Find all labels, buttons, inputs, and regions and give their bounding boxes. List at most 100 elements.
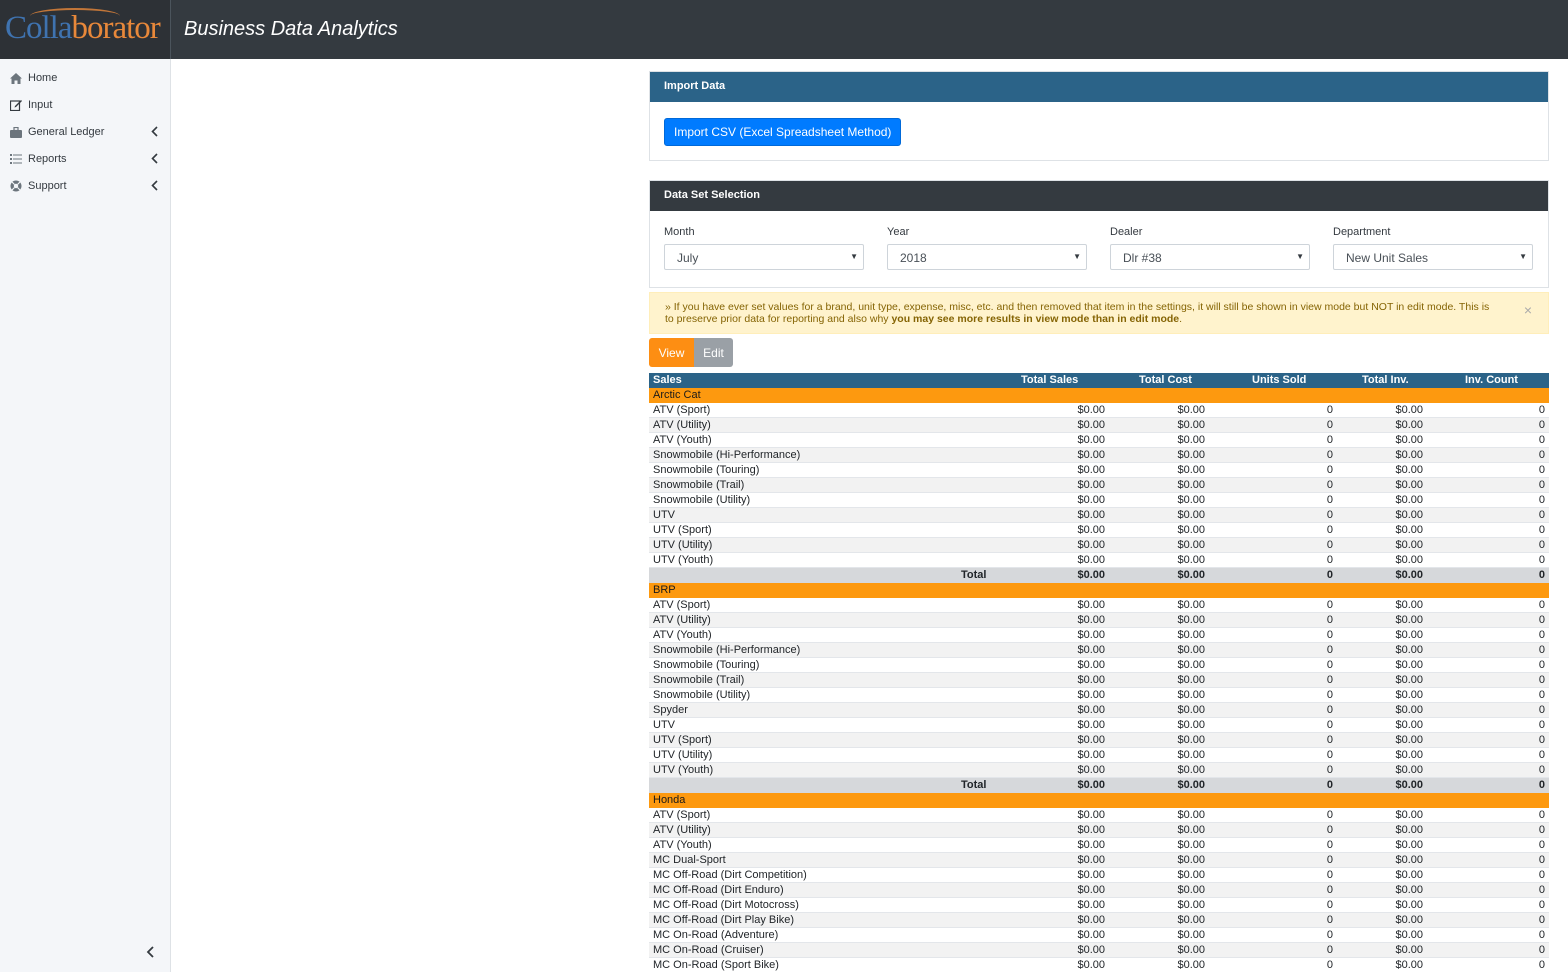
- sidebar-item-label: Home: [28, 72, 58, 84]
- cell-total-cost: $0.00: [1177, 824, 1205, 836]
- cell-units-sold: 0: [1326, 944, 1333, 956]
- cell-unit-type: ATV (Utility): [653, 824, 711, 836]
- close-icon[interactable]: ×: [1524, 303, 1532, 317]
- cell-total-cost: $0.00: [1177, 749, 1205, 761]
- cell-inv-count: 0: [1538, 944, 1545, 956]
- cell-units-sold: 0: [1326, 494, 1333, 506]
- app-logo[interactable]: Collaborator: [5, 10, 161, 47]
- cell-inv-count: 0: [1538, 614, 1545, 626]
- month-select-value: July: [677, 251, 699, 265]
- cell-unit-type: ATV (Sport): [653, 404, 711, 416]
- cell-unit-type: UTV (Youth): [653, 764, 714, 776]
- total-row: Total $0.00 $0.00 0 $0.00 0: [649, 778, 1549, 793]
- cell-total-cost: $0.00: [1177, 599, 1205, 611]
- cell-inv-count: 0: [1538, 854, 1545, 866]
- cell-units-sold: 0: [1326, 629, 1333, 641]
- logo-text-part2: borator: [71, 10, 161, 46]
- column-header-sales[interactable]: Sales: [653, 373, 682, 388]
- total-cell-total-inv: $0.00: [1395, 569, 1423, 581]
- cell-total-inv: $0.00: [1395, 629, 1423, 641]
- total-row: Total $0.00 $0.00 0 $0.00 0: [649, 568, 1549, 583]
- import-data-card: Import Data Import CSV (Excel Spreadshee…: [649, 71, 1549, 161]
- cell-total-inv: $0.00: [1395, 824, 1423, 836]
- column-header-total-inv[interactable]: Total Inv.: [1362, 373, 1409, 388]
- table-row: ATV (Utility) $0.00 $0.00 0 $0.00 0: [649, 418, 1549, 433]
- department-select[interactable]: New Unit Sales ▼: [1333, 244, 1533, 270]
- total-cell-units-sold: 0: [1326, 569, 1333, 581]
- table-row: ATV (Utility) $0.00 $0.00 0 $0.00 0: [649, 613, 1549, 628]
- cell-unit-type: ATV (Sport): [653, 809, 711, 821]
- table-row: MC Off-Road (Dirt Motocross) $0.00 $0.00 0 $…: [649, 898, 1549, 913]
- column-header-inv-count[interactable]: Inv. Count: [1465, 373, 1518, 388]
- cell-total-inv: $0.00: [1395, 884, 1423, 896]
- sidebar-item-home[interactable]: Home: [0, 67, 170, 89]
- cell-total-sales: $0.00: [1077, 464, 1105, 476]
- year-field: Year 2018 ▼: [887, 226, 1087, 270]
- cell-total-inv: $0.00: [1395, 659, 1423, 671]
- cell-total-cost: $0.00: [1177, 839, 1205, 851]
- month-field: Month July ▼: [664, 226, 864, 270]
- cell-total-sales: $0.00: [1077, 914, 1105, 926]
- table-row: ATV (Utility) $0.00 $0.00 0 $0.00 0: [649, 823, 1549, 838]
- cell-total-inv: $0.00: [1395, 539, 1423, 551]
- import-csv-button[interactable]: Import CSV (Excel Spreadsheet Method): [664, 118, 902, 146]
- department-label: Department: [1333, 226, 1391, 238]
- data-set-selection-title: Data Set Selection: [650, 181, 1548, 211]
- sidebar-item-general-ledger[interactable]: General Ledger: [0, 121, 170, 143]
- dealer-field: Dealer Dlr #38 ▼: [1110, 226, 1310, 270]
- cell-total-cost: $0.00: [1177, 809, 1205, 821]
- cell-unit-type: Snowmobile (Touring): [653, 464, 760, 476]
- sidebar-item-support[interactable]: Support: [0, 175, 170, 197]
- cell-total-inv: $0.00: [1395, 809, 1423, 821]
- column-header-total-cost[interactable]: Total Cost: [1139, 373, 1192, 388]
- brand-group-row: Honda: [649, 793, 1549, 808]
- cell-units-sold: 0: [1326, 434, 1333, 446]
- cell-total-cost: $0.00: [1177, 929, 1205, 941]
- cell-unit-type: Spyder: [653, 704, 688, 716]
- year-select[interactable]: 2018 ▼: [887, 244, 1087, 270]
- view-mode-button[interactable]: View: [649, 338, 694, 367]
- cell-total-cost: $0.00: [1177, 644, 1205, 656]
- cell-total-sales: $0.00: [1077, 524, 1105, 536]
- app-title: Business Data Analytics: [184, 18, 398, 40]
- column-header-total-sales[interactable]: Total Sales: [1021, 373, 1078, 388]
- cell-total-cost: $0.00: [1177, 734, 1205, 746]
- cell-total-inv: $0.00: [1395, 899, 1423, 911]
- cell-total-sales: $0.00: [1077, 449, 1105, 461]
- brand-logo-area[interactable]: Collaborator: [0, 0, 171, 59]
- sidebar-item-label: Support: [28, 180, 67, 192]
- sidebar-item-reports[interactable]: Reports: [0, 148, 170, 170]
- dealer-select[interactable]: Dlr #38 ▼: [1110, 244, 1310, 270]
- briefcase-icon: [10, 126, 22, 138]
- table-row: Snowmobile (Hi-Performance) $0.00 $0.00 0 $0…: [649, 448, 1549, 463]
- cell-unit-type: Snowmobile (Utility): [653, 494, 751, 506]
- total-cell-total-cost: $0.00: [1177, 779, 1205, 791]
- cell-total-cost: $0.00: [1177, 464, 1205, 476]
- brand-name: Arctic Cat: [653, 389, 701, 401]
- cell-inv-count: 0: [1538, 509, 1545, 521]
- sidebar-item-input[interactable]: Input: [0, 94, 170, 116]
- cell-inv-count: 0: [1538, 419, 1545, 431]
- cell-inv-count: 0: [1538, 734, 1545, 746]
- table-row: ATV (Youth) $0.00 $0.00 0 $0.00 0: [649, 628, 1549, 643]
- table-row: Snowmobile (Trail) $0.00 $0.00 0 $0.00 0: [649, 478, 1549, 493]
- table-row: ATV (Sport) $0.00 $0.00 0 $0.00 0: [649, 598, 1549, 613]
- cell-total-cost: $0.00: [1177, 509, 1205, 521]
- chevron-left-icon: [146, 945, 154, 961]
- cell-total-inv: $0.00: [1395, 599, 1423, 611]
- cell-total-inv: $0.00: [1395, 764, 1423, 776]
- cell-total-sales: $0.00: [1077, 659, 1105, 671]
- table-row: Snowmobile (Hi-Performance) $0.00 $0.00 0 $0…: [649, 643, 1549, 658]
- column-header-units-sold[interactable]: Units Sold: [1252, 373, 1306, 388]
- sidebar-collapse-button[interactable]: [146, 945, 154, 961]
- cell-units-sold: 0: [1326, 929, 1333, 941]
- cell-units-sold: 0: [1326, 479, 1333, 491]
- sidebar-item-label: Input: [28, 99, 53, 111]
- edit-mode-button[interactable]: Edit: [694, 338, 733, 367]
- month-select[interactable]: July ▼: [664, 244, 864, 270]
- table-row: Snowmobile (Utility) $0.00 $0.00 0 $0.00 0: [649, 688, 1549, 703]
- table-row: UTV (Sport) $0.00 $0.00 0 $0.00 0: [649, 733, 1549, 748]
- cell-inv-count: 0: [1538, 914, 1545, 926]
- cell-total-sales: $0.00: [1077, 944, 1105, 956]
- cell-units-sold: 0: [1326, 464, 1333, 476]
